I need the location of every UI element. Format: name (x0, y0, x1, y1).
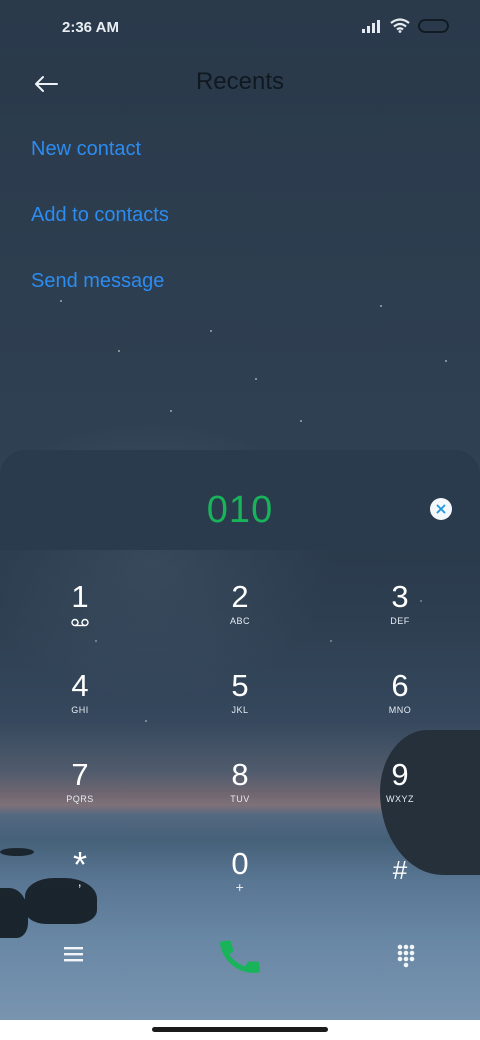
status-time: 2:36 AM (62, 19, 119, 36)
key-letters: TUV (230, 794, 250, 804)
key-letters: GHI (71, 705, 89, 715)
voicemail-icon (71, 618, 89, 627)
home-indicator-bar (0, 1020, 480, 1040)
key-digit: 0 (231, 846, 249, 881)
key-letters: WXYZ (386, 794, 414, 804)
battery-icon (418, 18, 449, 33)
key-letters: JKL (231, 705, 249, 715)
key-letters: , (77, 873, 83, 889)
key-7[interactable]: 7 PQRS (25, 758, 135, 838)
key-star[interactable]: * , (25, 847, 135, 927)
key-6[interactable]: 6 MNO (345, 669, 455, 749)
signal-icon (362, 19, 380, 33)
key-digit: 9 (391, 757, 409, 792)
key-0[interactable]: 0 + (185, 847, 295, 927)
keypad-toggle-button[interactable] (391, 939, 421, 969)
key-3[interactable]: 3 DEF (345, 580, 455, 660)
key-letters: DEF (390, 616, 410, 626)
key-1[interactable]: 1 (25, 580, 135, 660)
page-title: Recents (195, 68, 285, 95)
key-9[interactable]: 9 WXYZ (345, 758, 455, 838)
call-button[interactable] (216, 933, 264, 981)
keypad-icon (397, 944, 415, 968)
key-4[interactable]: 4 GHI (25, 669, 135, 749)
phone-call-icon (219, 940, 261, 973)
key-digit: 5 (231, 668, 249, 703)
key-digit: 4 (71, 668, 89, 703)
key-letters: MNO (388, 705, 412, 715)
key-digit: # (392, 855, 408, 885)
key-8[interactable]: 8 TUV (185, 758, 295, 838)
new-contact-link[interactable]: New contact (31, 138, 141, 161)
key-digit: 1 (71, 579, 89, 614)
home-indicator[interactable] (152, 1027, 328, 1032)
key-5[interactable]: 5 JKL (185, 669, 295, 749)
key-letters: PQRS (66, 794, 94, 804)
dialer-bottom-bar (0, 925, 480, 985)
key-letters: ABC (229, 616, 250, 626)
status-icons (362, 18, 450, 33)
status-bar: 2:36 AM (0, 0, 480, 56)
close-icon (436, 504, 446, 514)
dialed-number[interactable]: 010 (0, 489, 480, 532)
wifi-icon (390, 18, 410, 33)
key-digit: 6 (391, 668, 409, 703)
clear-button[interactable] (430, 498, 452, 520)
key-letters: + (235, 879, 245, 895)
menu-icon (64, 947, 83, 962)
key-2[interactable]: 2 ABC (185, 580, 295, 660)
header: Recents (0, 56, 480, 116)
key-digit: 3 (391, 579, 409, 614)
key-digit: 7 (71, 757, 89, 792)
key-hash[interactable]: # (345, 847, 455, 927)
send-message-link[interactable]: Send message (31, 270, 164, 293)
add-to-contacts-link[interactable]: Add to contacts (31, 204, 169, 227)
menu-button[interactable] (58, 939, 88, 969)
key-digit: 8 (231, 757, 249, 792)
key-digit: 2 (231, 579, 249, 614)
